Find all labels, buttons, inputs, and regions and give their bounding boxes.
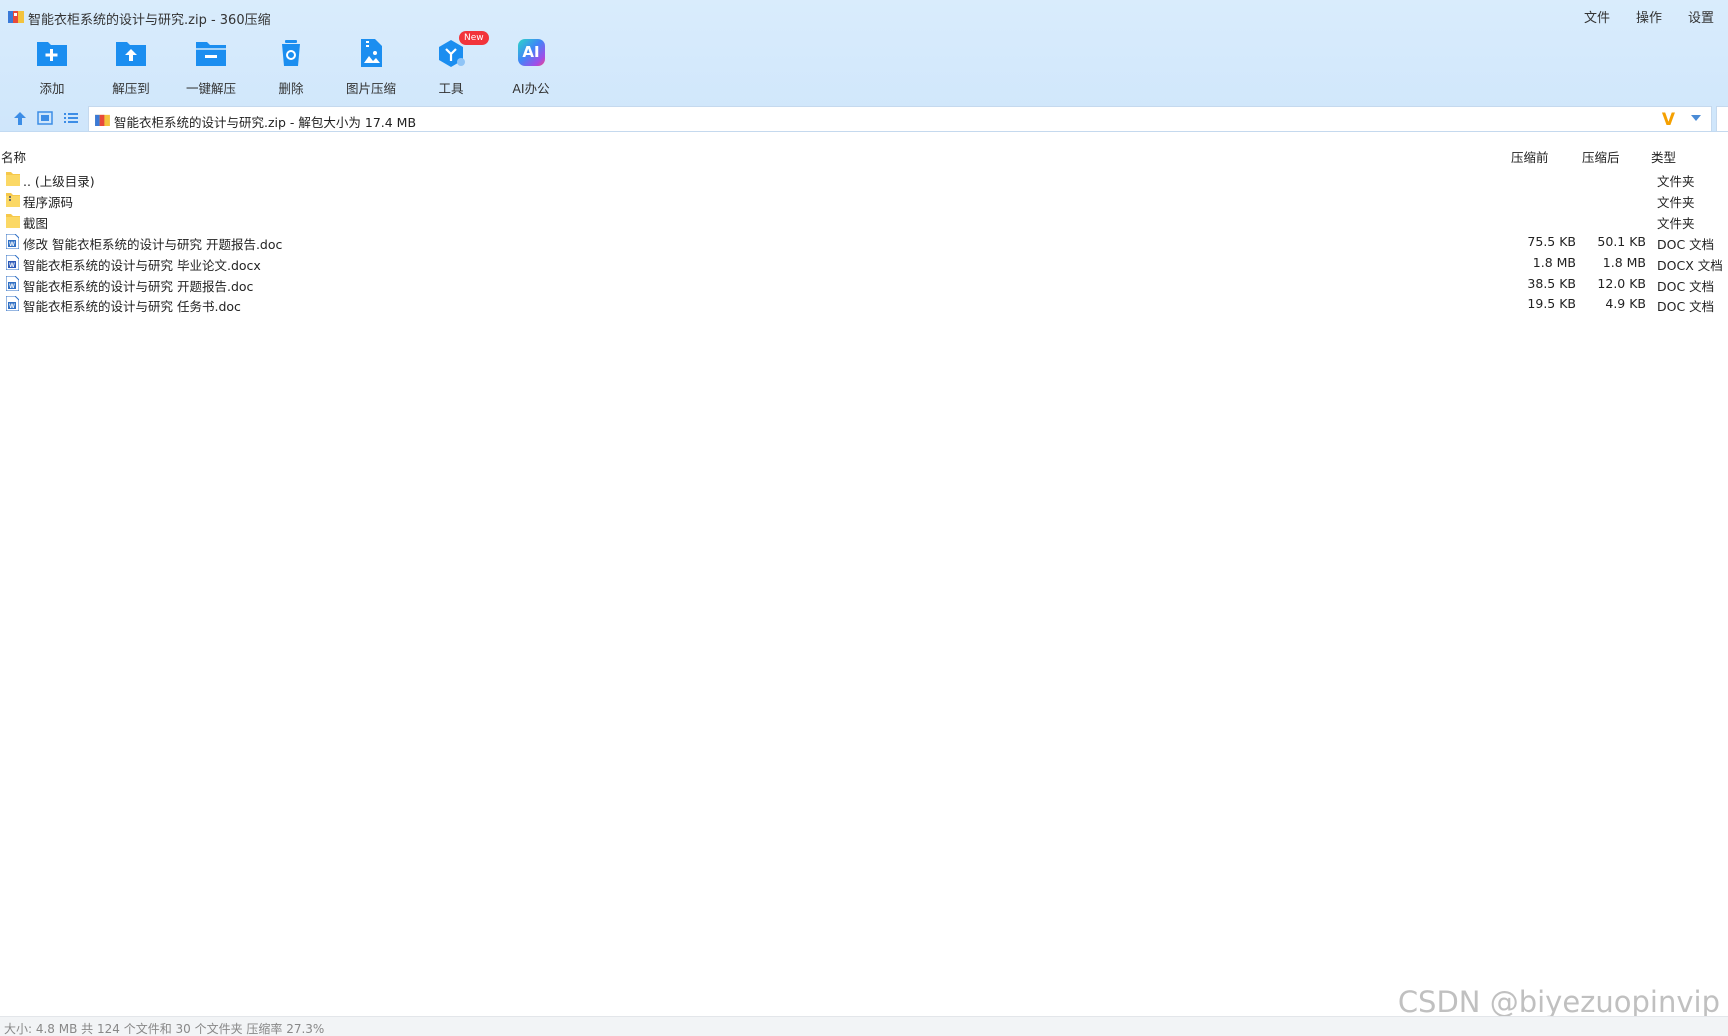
column-after[interactable]: 压缩后 — [1582, 147, 1620, 166]
word-docx-icon: W — [5, 254, 20, 273]
menu-settings[interactable]: 设置 — [1688, 7, 1714, 26]
size-before: 75.5 KB — [1527, 233, 1576, 249]
add-folder-icon — [37, 42, 67, 66]
ai-office-icon: AI — [517, 39, 545, 66]
column-type[interactable]: 类型 — [1651, 147, 1676, 166]
word-doc-icon: W — [5, 275, 20, 294]
delete-button[interactable]: 删除 — [255, 38, 327, 96]
size-before: 19.5 KB — [1527, 296, 1576, 312]
extract-to-label: 解压到 — [112, 81, 150, 96]
delete-label: 删除 — [278, 81, 304, 96]
navigation-row: 智能衣柜系统的设计与研究.zip - 解包大小为 17.4 MB V — [0, 104, 1728, 132]
file-name: 截图 — [23, 215, 49, 231]
one-click-extract-button[interactable]: 一键解压 — [175, 38, 247, 96]
ai-icon-text: AI — [522, 43, 540, 61]
svg-text:W: W — [9, 263, 15, 269]
file-name: 智能衣柜系统的设计与研究 任务书.doc — [23, 299, 241, 315]
zip-app-icon — [8, 11, 24, 23]
size-before: 1.8 MB — [1532, 254, 1576, 270]
word-doc-icon: W — [5, 233, 20, 252]
status-text: 大小: 4.8 MB 共 124 个文件和 30 个文件夹 压缩率 27.3% — [4, 1022, 325, 1036]
address-bar[interactable]: 智能衣柜系统的设计与研究.zip - 解包大小为 17.4 MB V — [88, 106, 1712, 132]
column-before[interactable]: 压缩前 — [1511, 147, 1549, 166]
ai-office-label: AI办公 — [512, 81, 550, 96]
ai-office-button[interactable]: AI AI办公 — [495, 38, 567, 96]
size-after: 12.0 KB — [1597, 275, 1646, 291]
svg-text:W: W — [9, 242, 15, 248]
file-name: 智能衣柜系统的设计与研究 开题报告.doc — [23, 278, 254, 294]
file-type: DOC 文档 — [1657, 278, 1715, 294]
folder-icon — [6, 171, 20, 189]
file-row[interactable]: W 修改 智能衣柜系统的设计与研究 开题报告.doc 75.5 KB 50.1 KB D… — [0, 231, 1728, 252]
extract-to-button[interactable]: 解压到 — [95, 38, 167, 96]
file-row[interactable]: .. (上级目录) 文件夹 — [0, 168, 1728, 189]
one-click-extract-label: 一键解压 — [185, 81, 236, 96]
window-title: 智能衣柜系统的设计与研究.zip - 360压缩 — [28, 13, 271, 28]
size-before: 38.5 KB — [1527, 275, 1576, 291]
add-label: 添加 — [39, 81, 65, 96]
file-row[interactable]: W 智能衣柜系统的设计与研究 任务书.doc 19.5 KB 4.9 KB DOC 文档 — [0, 293, 1728, 314]
menu-operate[interactable]: 操作 — [1636, 7, 1662, 26]
svg-text:W: W — [9, 284, 15, 290]
file-type: DOC 文档 — [1657, 299, 1715, 315]
image-compress-label: 图片压缩 — [345, 81, 396, 96]
file-row[interactable]: 程序源码 文件夹 — [0, 189, 1728, 210]
file-type: 文件夹 — [1657, 174, 1695, 189]
folder-icon — [6, 213, 20, 231]
image-compress-icon — [361, 39, 382, 67]
watermark: CSDN @biyezuopinvip — [1397, 985, 1720, 1019]
new-badge: New — [459, 31, 489, 45]
tools-label: 工具 — [438, 81, 464, 96]
menu-file[interactable]: 文件 — [1584, 7, 1610, 26]
folder-icon — [6, 192, 20, 210]
file-type: DOC 文档 — [1657, 236, 1715, 252]
top-panel: 智能衣柜系统的设计与研究.zip - 360压缩 文件 操作 设置 添加 解压到 — [0, 0, 1728, 132]
column-name[interactable]: 名称 — [1, 147, 26, 166]
file-name: 程序源码 — [23, 194, 74, 210]
file-name: .. (上级目录) — [23, 174, 95, 189]
title-bar: 智能衣柜系统的设计与研究.zip - 360压缩 文件 操作 设置 — [0, 0, 1728, 32]
size-after: 1.8 MB — [1602, 254, 1646, 270]
size-after: 50.1 KB — [1597, 233, 1646, 249]
file-name: 修改 智能衣柜系统的设计与研究 开题报告.doc — [23, 236, 283, 252]
svg-text:W: W — [9, 304, 15, 310]
file-type: 文件夹 — [1657, 215, 1695, 231]
size-after: 4.9 KB — [1605, 296, 1646, 312]
recycle-bin-icon — [282, 40, 300, 66]
column-header: 名称 压缩前 压缩后 类型 — [0, 143, 1728, 165]
extract-folder-icon — [116, 42, 146, 66]
one-click-folder-icon — [196, 42, 226, 66]
file-type: DOCX 文档 — [1657, 257, 1723, 273]
file-row[interactable]: W 智能衣柜系统的设计与研究 开题报告.doc 38.5 KB 12.0 KB DOC … — [0, 273, 1728, 294]
file-type: 文件夹 — [1657, 194, 1695, 210]
status-bar: 大小: 4.8 MB 共 124 个文件和 30 个文件夹 压缩率 27.3% — [0, 1016, 1728, 1036]
word-doc-icon: W — [5, 295, 20, 314]
file-row[interactable]: 截图 文件夹 — [0, 210, 1728, 231]
search-box[interactable] — [1716, 106, 1728, 132]
address-text: 智能衣柜系统的设计与研究.zip - 解包大小为 17.4 MB — [114, 115, 417, 130]
image-compress-button[interactable]: 图片压缩 — [335, 38, 407, 96]
toolbar: 添加 解压到 一键解压 删除 图片压缩 New 工具 AI AI办公 — [0, 31, 600, 96]
list-view-icon[interactable] — [62, 110, 80, 126]
file-name: 智能衣柜系统的设计与研究 毕业论文.docx — [23, 257, 261, 273]
brand-v-icon[interactable]: V — [1662, 110, 1675, 130]
up-arrow-icon[interactable] — [11, 110, 29, 126]
address-dropdown-icon[interactable] — [1691, 115, 1701, 121]
file-row[interactable]: W 智能衣柜系统的设计与研究 毕业论文.docx 1.8 MB 1.8 MB DOCX … — [0, 252, 1728, 273]
add-button[interactable]: 添加 — [16, 38, 88, 96]
tools-button[interactable]: New 工具 — [415, 31, 489, 96]
zip-archive-icon — [95, 114, 110, 126]
thumbnail-view-icon[interactable] — [36, 110, 54, 126]
